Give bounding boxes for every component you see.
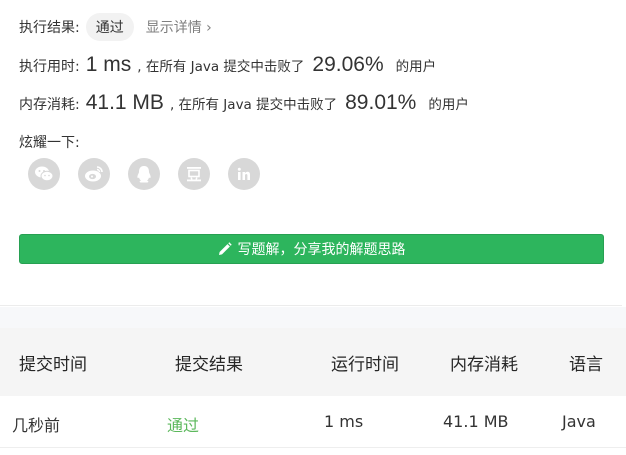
section-gap [0,307,626,328]
weibo-icon[interactable] [78,158,110,190]
runtime-beat-text: , 在所有 Java 提交中击败了 [137,59,305,75]
row-memory: 41.1 MB [443,412,509,431]
show-details-link[interactable]: 显示详情 › [146,17,212,37]
write-solution-button[interactable]: 写题解，分享我的解题思路 [19,234,604,264]
row-result-link[interactable]: 通过 [167,412,199,436]
memory-percent: 89.01% [345,91,417,114]
header-submit-time[interactable]: 提交时间 [19,350,87,375]
memory-value: 41.1 MB [85,91,164,114]
memory-row: 内存消耗: 41.1 MB , 在所有 Java 提交中击败了 89.01% 的… [19,91,469,115]
result-card: 执行结果: 通过 显示详情 › 执行用时: 1 ms , 在所有 Java 提交… [0,0,622,306]
linkedin-icon[interactable] [228,158,260,190]
result-label: 执行结果: [19,20,80,36]
runtime-percent: 29.06% [312,53,384,76]
row-language: Java [562,412,596,431]
status-badge: 通过 [85,13,134,41]
write-solution-label: 写题解，分享我的解题思路 [237,242,406,258]
submissions-table-header [0,328,626,396]
runtime-row: 执行用时: 1 ms , 在所有 Java 提交中击败了 29.06% 的用户 [19,53,436,77]
row-submit-time: 几秒前 [12,416,61,435]
header-submit-result[interactable]: 提交结果 [175,350,243,375]
pencil-icon [218,242,232,255]
share-label: 炫耀一下: [19,135,80,151]
header-runtime[interactable]: 运行时间 [331,350,399,375]
qq-icon[interactable] [128,158,160,190]
memory-beat-text: , 在所有 Java 提交中击败了 [169,97,338,113]
memory-label: 内存消耗: [19,97,80,113]
runtime-value: 1 ms [85,53,132,76]
memory-suffix: 的用户 [428,97,469,113]
header-memory[interactable]: 内存消耗 [450,350,518,375]
row-runtime: 1 ms [324,412,364,431]
header-language[interactable]: 语言 [569,350,603,375]
runtime-suffix: 的用户 [395,59,437,75]
result-row: 执行结果: 通过 显示详情 › [19,13,212,41]
runtime-label: 执行用时: [19,59,80,75]
douban-icon[interactable] [178,158,210,190]
wechat-icon[interactable] [28,158,60,190]
table-row [0,396,626,448]
